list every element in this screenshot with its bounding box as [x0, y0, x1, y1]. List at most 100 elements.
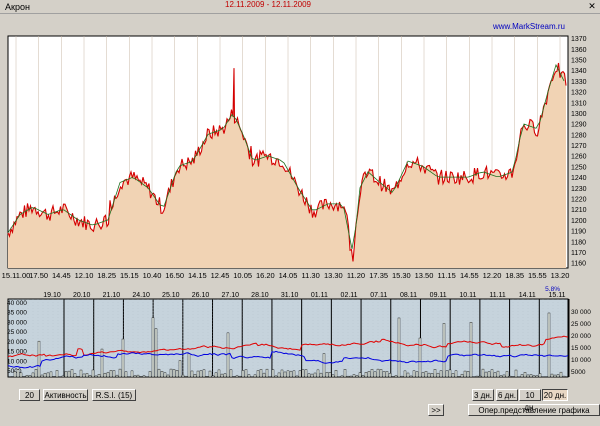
volume-bar: [115, 374, 119, 378]
volume-bar: [238, 375, 242, 378]
volume-bar: [52, 376, 56, 378]
price-y-tick: 1170: [571, 250, 586, 257]
volume-bar: [91, 369, 95, 378]
close-icon[interactable]: ✕: [587, 1, 597, 11]
volume-bar: [325, 372, 329, 378]
volume-bar: [28, 375, 32, 378]
volume-bar: [430, 373, 434, 378]
volume-bar: [67, 370, 71, 378]
volume-bar: [256, 370, 260, 378]
volume-bar: [274, 375, 278, 378]
volume-left-tick: 25 000: [7, 329, 27, 336]
volume-bar: [562, 375, 566, 378]
volume-bar: [346, 375, 350, 378]
volume-bar: [481, 368, 485, 378]
rsi-button[interactable]: R.S.I. (15): [92, 389, 136, 401]
price-y-tick: 1290: [571, 122, 587, 129]
volume-bar: [490, 369, 494, 378]
volume-bar: [364, 372, 368, 378]
volume-bar: [385, 371, 389, 378]
price-x-tick: 11.20: [347, 271, 365, 280]
volume-bar: [61, 375, 65, 378]
volume-bar: [556, 374, 560, 378]
volume-right-tick: 30 000: [571, 309, 591, 316]
charts-svg[interactable]: 1370 1360 1350 1340 1330 1320 1310 1300 1290 1280…: [0, 14, 600, 426]
volume-bar: [151, 317, 155, 378]
price-y-tick: 1210: [571, 207, 587, 214]
volume-bar: [184, 375, 188, 378]
range-20d-button[interactable]: 20 дн.: [542, 389, 568, 401]
activity-button[interactable]: Активность: [43, 389, 88, 401]
range-3d-button[interactable]: 3 дн.: [472, 389, 494, 401]
volume-bar: [106, 372, 110, 378]
volume-bar: [457, 376, 461, 378]
volume-date-label: 31.10: [281, 292, 299, 299]
volume-bar: [355, 375, 359, 378]
price-y-tick: 1360: [571, 47, 587, 54]
price-x-tick: 18.25: [97, 271, 116, 280]
volume-bar: [367, 371, 371, 378]
price-x-tick: 14.05: [279, 271, 298, 280]
price-y-tick: 1180: [571, 239, 586, 246]
volume-date-label: 07.11: [370, 292, 387, 299]
price-y-tick: 1370: [571, 36, 587, 43]
price-y-tick: 1250: [571, 164, 587, 171]
volume-date-label: 08.11: [400, 292, 417, 299]
volume-bar: [172, 369, 176, 378]
volume-bar: [553, 374, 557, 378]
volume-bar: [262, 372, 266, 378]
volume-bar: [265, 368, 269, 378]
volume-bar: [25, 375, 29, 378]
volume-bar: [283, 371, 287, 378]
period-button[interactable]: 20: [19, 389, 40, 401]
volume-bar: [244, 369, 248, 378]
scroll-right-button[interactable]: >>: [428, 404, 444, 416]
volume-bar: [523, 372, 527, 378]
price-x-tick: 18.35: [505, 271, 524, 280]
volume-bar: [166, 374, 170, 378]
volume-date-label: 25.10: [162, 292, 180, 299]
volume-bar: [295, 375, 299, 378]
volume-bar: [271, 369, 275, 378]
volume-bar: [163, 372, 167, 378]
range-10d-button[interactable]: 10 дн.: [519, 389, 541, 412]
volume-bar: [319, 372, 323, 378]
volume-bar: [310, 373, 314, 378]
volume-bar: [178, 360, 182, 378]
volume-left-tick: 30 000: [7, 319, 27, 326]
volume-bar: [391, 376, 395, 378]
volume-bar: [547, 312, 551, 378]
volume-bar: [340, 375, 344, 378]
volume-bar: [370, 369, 374, 378]
volume-bar: [511, 376, 515, 378]
volume-bar: [475, 375, 479, 378]
volume-bar: [34, 369, 38, 378]
volume-bar: [412, 370, 416, 378]
volume-bar: [193, 373, 197, 378]
range-6d-button[interactable]: 6 дн.: [496, 389, 518, 401]
volume-bar: [376, 368, 380, 378]
volume-bar: [358, 372, 362, 378]
volume-bar: [64, 371, 68, 378]
price-y-tick: 1240: [571, 175, 587, 182]
volume-bar: [436, 372, 440, 378]
price-y-tick: 1190: [571, 229, 586, 236]
volume-bar: [277, 372, 281, 378]
volume-date-label: 11.11: [489, 292, 506, 299]
volume-bar: [79, 369, 83, 378]
volume-bar: [502, 374, 506, 378]
volume-bar: [535, 375, 539, 378]
volume-date-label: 19.10: [43, 292, 61, 299]
volume-bar: [82, 373, 86, 378]
volume-bar: [280, 369, 284, 378]
price-y-tick: 1200: [571, 218, 587, 225]
volume-bar: [487, 371, 491, 378]
volume-bar: [154, 328, 158, 378]
volume-bar: [505, 371, 509, 378]
volume-bar: [382, 371, 386, 378]
volume-bar: [208, 370, 212, 378]
price-y-tick: 1320: [571, 90, 587, 97]
volume-bar: [433, 369, 437, 378]
price-x-tick: 17.35: [369, 271, 388, 280]
volume-bar: [169, 368, 173, 378]
